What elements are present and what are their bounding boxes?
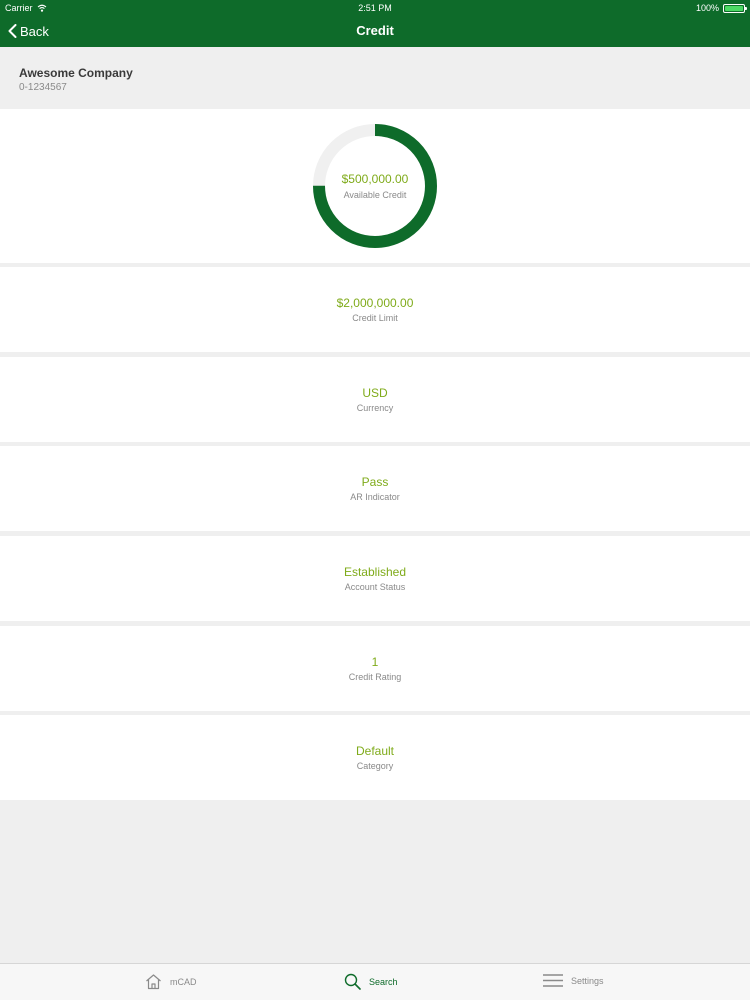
home-icon bbox=[146, 974, 161, 990]
company-id: 0-1234567 bbox=[19, 82, 67, 93]
category-card: Default Category bbox=[0, 715, 750, 800]
ar-indicator-value: Pass bbox=[361, 475, 389, 489]
currency-value: USD bbox=[362, 386, 388, 400]
available-credit-value: $500,000.00 bbox=[341, 172, 409, 186]
account-status-label: Account Status bbox=[344, 582, 406, 592]
credit-rating-card: 1 Credit Rating bbox=[0, 626, 750, 711]
account-status-card: Established Account Status bbox=[0, 536, 750, 621]
currency-card: USD Currency bbox=[0, 357, 750, 442]
tab-settings-label: Settings bbox=[571, 975, 604, 986]
company-header: Awesome Company 0-1234567 bbox=[0, 47, 750, 108]
donut-center: $500,000.00 Available Credit bbox=[312, 123, 438, 249]
credit-rating-label: Credit Rating bbox=[348, 672, 402, 682]
tab-bar: mCAD Search Settings bbox=[0, 963, 750, 1000]
company-name: Awesome Company bbox=[19, 66, 133, 80]
status-battery: 100% bbox=[695, 3, 747, 13]
available-credit-label: Available Credit bbox=[343, 190, 407, 200]
menu-icon bbox=[543, 974, 563, 987]
nav-bar: Back Credit bbox=[0, 16, 750, 47]
status-time: 2:51 PM bbox=[358, 3, 392, 13]
search-icon bbox=[344, 973, 361, 990]
header: Carrier 2:51 PM 100% Back Credit bbox=[0, 0, 750, 47]
available-credit-card: $500,000.00 Available Credit bbox=[0, 109, 750, 263]
ar-indicator-label: AR Indicator bbox=[350, 492, 400, 502]
tab-mcad[interactable]: mCAD bbox=[145, 973, 197, 990]
account-status-value: Established bbox=[343, 565, 407, 579]
category-value: Default bbox=[355, 744, 395, 758]
status-bar: Carrier 2:51 PM 100% bbox=[0, 0, 750, 16]
battery-percent: 100% bbox=[695, 3, 719, 13]
credit-rating-value: 1 bbox=[371, 655, 379, 669]
tab-settings[interactable]: Settings bbox=[543, 973, 604, 988]
tab-search[interactable]: Search bbox=[344, 973, 398, 990]
credit-limit-card: $2,000,000.00 Credit Limit bbox=[0, 267, 750, 352]
credit-limit-value: $2,000,000.00 bbox=[336, 296, 414, 310]
page-title: Credit bbox=[356, 23, 394, 38]
battery-icon bbox=[723, 3, 747, 13]
currency-label: Currency bbox=[356, 403, 394, 413]
credit-limit-label: Credit Limit bbox=[352, 313, 398, 323]
tab-mcad-label: mCAD bbox=[170, 976, 197, 987]
category-label: Category bbox=[356, 761, 394, 771]
ar-indicator-card: Pass AR Indicator bbox=[0, 446, 750, 531]
tab-search-label: Search bbox=[369, 976, 398, 987]
